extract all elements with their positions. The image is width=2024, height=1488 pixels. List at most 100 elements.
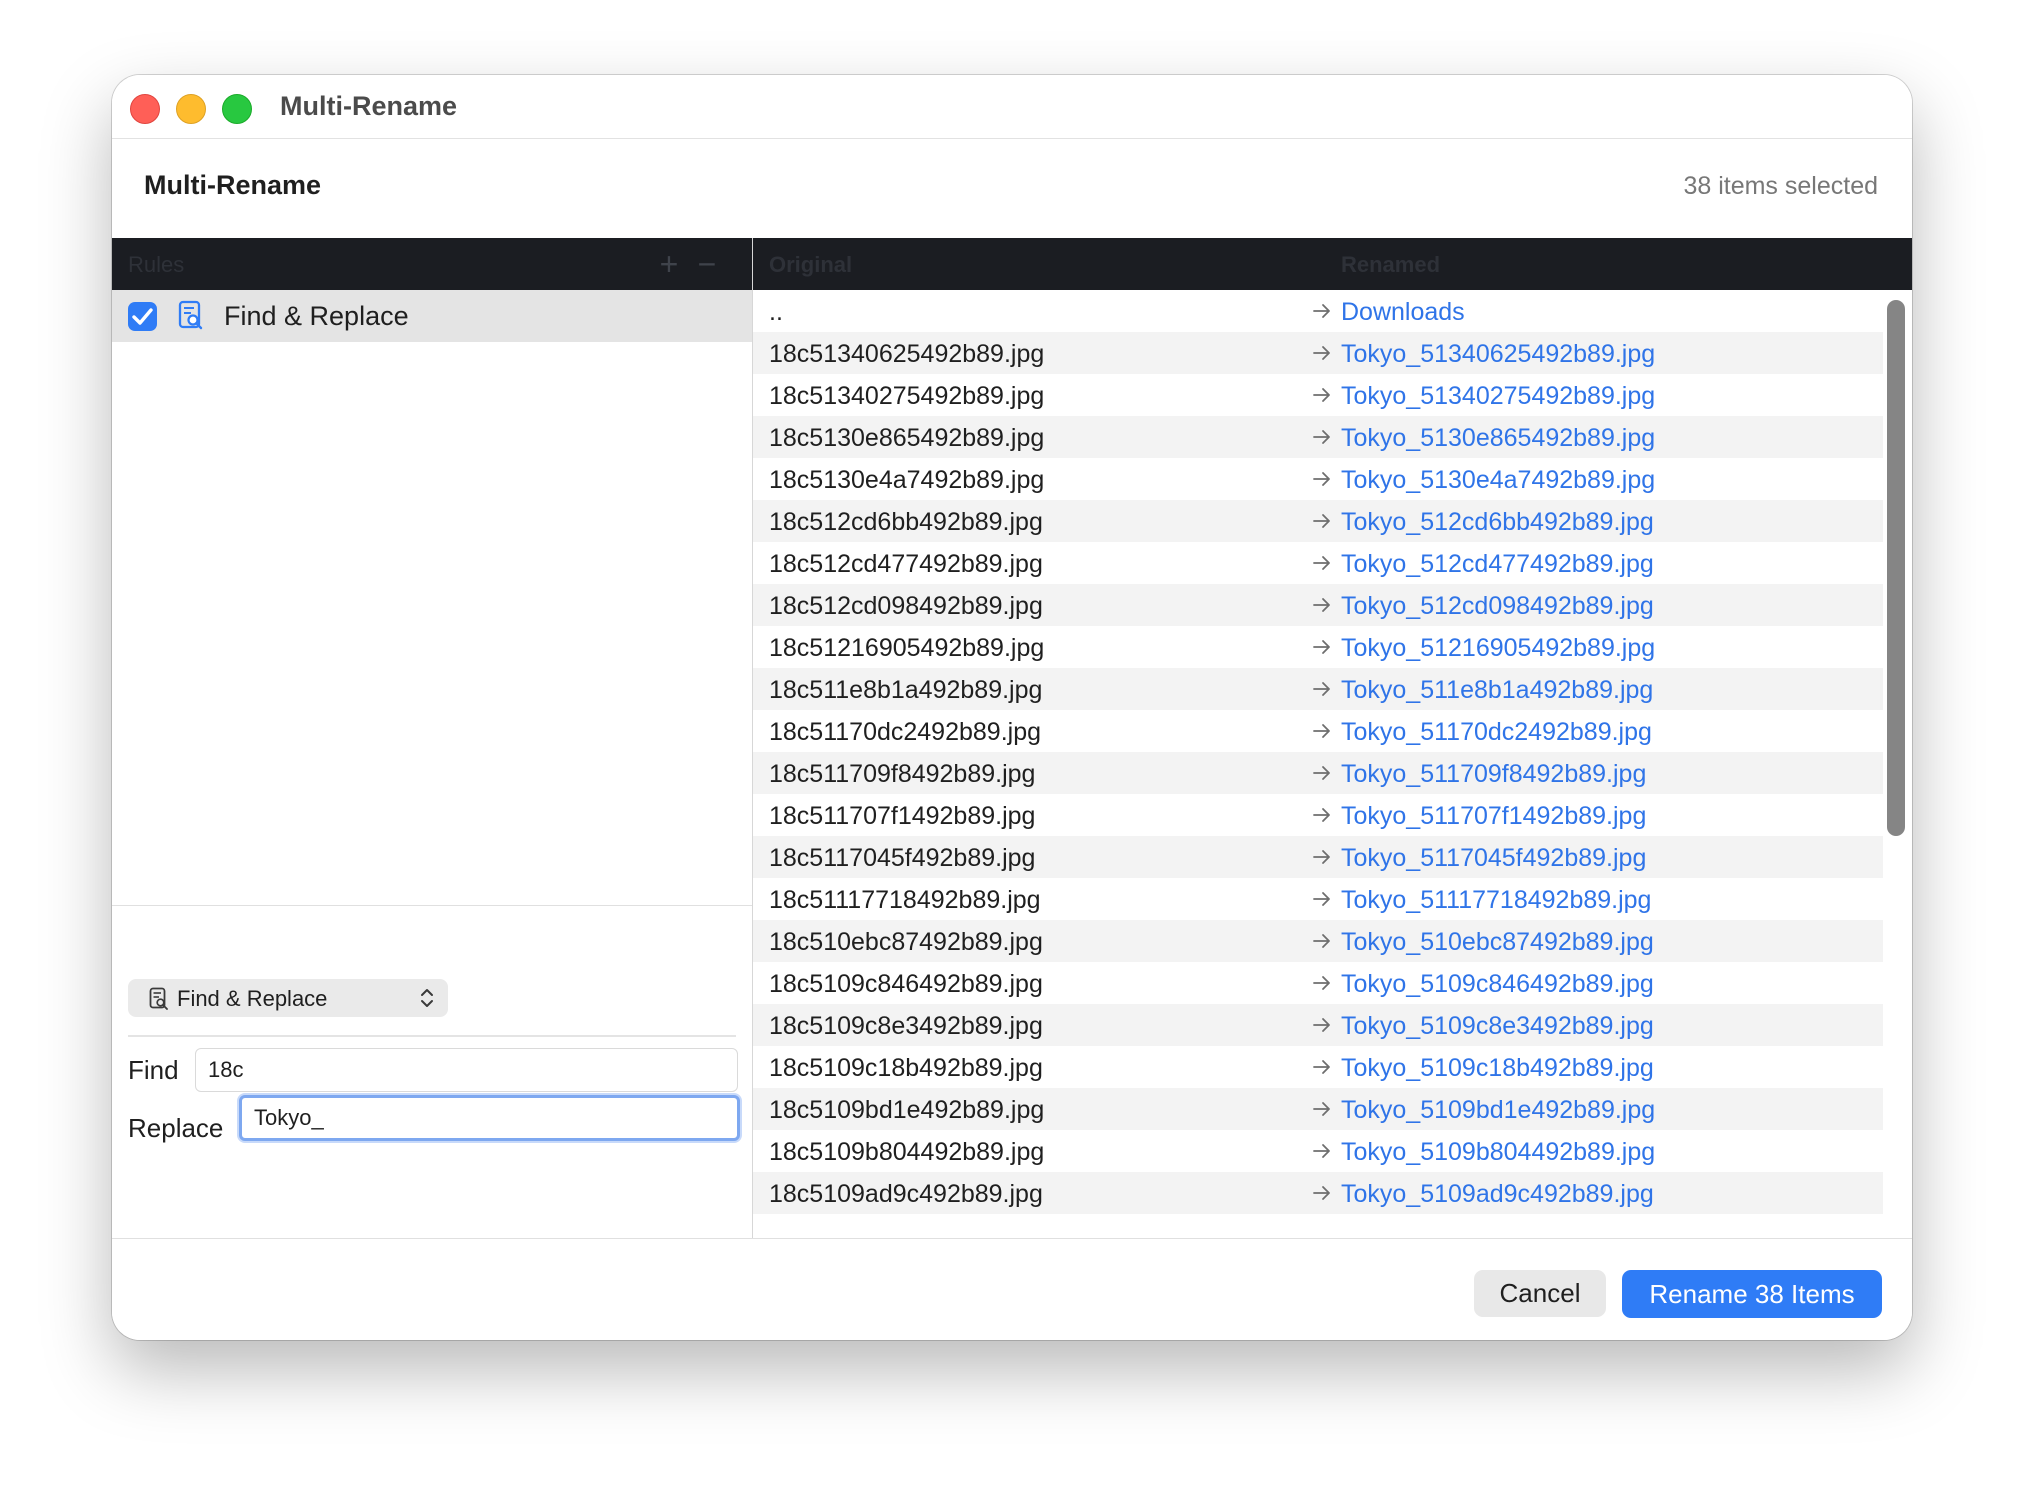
table-row[interactable]: 18c5130e865492b89.jpg Tokyo_5130e865492b8… bbox=[753, 416, 1883, 458]
arrow-right-icon bbox=[1313, 1144, 1330, 1158]
maximize-window-button[interactable] bbox=[222, 94, 252, 124]
arrow-right-icon bbox=[1313, 430, 1330, 444]
renamed-filename: Tokyo_5109c846492b89.jpg bbox=[1341, 970, 1654, 998]
original-filename: 18c5109c8e3492b89.jpg bbox=[769, 1012, 1043, 1040]
selected-count: 38 items selected bbox=[1683, 172, 1878, 200]
rules-header: Rules + − bbox=[112, 238, 752, 290]
minus-icon[interactable]: − bbox=[690, 244, 724, 284]
arrow-right-icon bbox=[1313, 304, 1330, 318]
arrow-right-icon bbox=[1313, 472, 1330, 486]
original-filename: 18c511e8b1a492b89.jpg bbox=[769, 676, 1043, 704]
rule-type-select[interactable]: Find & Replace bbox=[128, 979, 448, 1017]
renamed-filename: Tokyo_5109ad9c492b89.jpg bbox=[1341, 1180, 1654, 1208]
preview-header: Original Renamed bbox=[753, 238, 1912, 290]
arrow-right-icon bbox=[1313, 682, 1330, 696]
replace-label: Replace bbox=[128, 1113, 224, 1143]
close-window-button[interactable] bbox=[130, 94, 160, 124]
chevron-up-down-icon bbox=[421, 989, 433, 1007]
document-search-icon bbox=[149, 987, 168, 1010]
renamed-filename: Tokyo_5109c8e3492b89.jpg bbox=[1341, 1012, 1654, 1040]
renamed-filename: Tokyo_5109bd1e492b89.jpg bbox=[1341, 1096, 1656, 1124]
document-search-icon bbox=[178, 300, 203, 330]
preview-file-list[interactable]: .. Downloads 18c51340625492b89.jpg Tokyo_51… bbox=[753, 290, 1883, 1222]
table-row[interactable]: 18c5117045f492b89.jpg Tokyo_5117045f492b8… bbox=[753, 836, 1883, 878]
original-filename: 18c5109ad9c492b89.jpg bbox=[769, 1180, 1043, 1208]
original-filename: 18c511707f1492b89.jpg bbox=[769, 802, 1036, 830]
rules-header-label: Rules bbox=[128, 252, 185, 277]
original-filename: 18c51340275492b89.jpg bbox=[769, 382, 1045, 410]
renamed-filename: Tokyo_5130e865492b89.jpg bbox=[1341, 424, 1656, 452]
table-row[interactable]: 18c511709f8492b89.jpg Tokyo_511709f8492b8… bbox=[753, 752, 1883, 794]
table-row[interactable]: 18c511e8b1a492b89.jpg Tokyo_511e8b1a492b8… bbox=[753, 668, 1883, 710]
multi-rename-window: Multi-Rename Multi-Rename 38 items selec… bbox=[112, 75, 1912, 1340]
find-input[interactable] bbox=[195, 1048, 738, 1092]
table-row[interactable]: 18c5130e4a7492b89.jpg Tokyo_5130e4a7492b8… bbox=[753, 458, 1883, 500]
table-row[interactable]: 18c510ebc87492b89.jpg Tokyo_510ebc87492b8… bbox=[753, 920, 1883, 962]
rename-items-button[interactable]: Rename 38 Items bbox=[1622, 1270, 1882, 1318]
options-separator bbox=[128, 1035, 736, 1037]
original-filename: 18c5109c846492b89.jpg bbox=[769, 970, 1043, 998]
rules-divider bbox=[112, 905, 752, 906]
renamed-filename: Tokyo_512cd098492b89.jpg bbox=[1341, 592, 1654, 620]
table-row[interactable]: 18c512cd098492b89.jpg Tokyo_512cd098492b8… bbox=[753, 584, 1883, 626]
checkmark-icon bbox=[132, 308, 153, 325]
table-row[interactable]: 18c51216905492b89.jpg Tokyo_51216905492b8… bbox=[753, 626, 1883, 668]
table-row[interactable]: 18c512cd6bb492b89.jpg Tokyo_512cd6bb492b8… bbox=[753, 500, 1883, 542]
scrollbar-thumb[interactable] bbox=[1887, 300, 1905, 836]
dialog-footer: Cancel Rename 38 Items bbox=[112, 1238, 1912, 1340]
column-header-original[interactable]: Original bbox=[769, 252, 852, 278]
plus-icon[interactable]: + bbox=[652, 244, 686, 284]
preview-pane: Original Renamed .. Downloads 18c513406254… bbox=[753, 238, 1912, 1238]
arrow-right-icon bbox=[1313, 766, 1330, 780]
table-row[interactable]: 18c51117718492b89.jpg Tokyo_51117718492b8… bbox=[753, 878, 1883, 920]
table-row[interactable]: 18c51340275492b89.jpg Tokyo_51340275492b8… bbox=[753, 374, 1883, 416]
table-row[interactable]: 18c5109bd1e492b89.jpg Tokyo_5109bd1e492b8… bbox=[753, 1088, 1883, 1130]
original-filename: 18c511709f8492b89.jpg bbox=[769, 760, 1036, 788]
original-filename: 18c512cd477492b89.jpg bbox=[769, 550, 1043, 578]
table-row[interactable]: .. Downloads bbox=[753, 290, 1883, 332]
replace-input[interactable] bbox=[239, 1095, 740, 1141]
renamed-filename: Tokyo_5109b804492b89.jpg bbox=[1341, 1138, 1656, 1166]
cancel-button[interactable]: Cancel bbox=[1474, 1270, 1606, 1317]
renamed-filename: Tokyo_511707f1492b89.jpg bbox=[1341, 802, 1647, 830]
arrow-right-icon bbox=[1313, 724, 1330, 738]
original-filename: 18c51170dc2492b89.jpg bbox=[769, 718, 1042, 746]
table-row[interactable]: 18c511707f1492b89.jpg Tokyo_511707f1492b8… bbox=[753, 794, 1883, 836]
table-row[interactable]: 18c5109b804492b89.jpg Tokyo_5109b804492b8… bbox=[753, 1130, 1883, 1172]
renamed-filename: Tokyo_51216905492b89.jpg bbox=[1341, 634, 1656, 662]
arrow-right-icon bbox=[1313, 556, 1330, 570]
table-row[interactable]: 18c5109ad9c492b89.jpg Tokyo_5109ad9c492b8… bbox=[753, 1172, 1883, 1214]
arrow-right-icon bbox=[1313, 1186, 1330, 1200]
arrow-right-icon bbox=[1313, 892, 1330, 906]
renamed-filename: Downloads bbox=[1341, 298, 1465, 326]
table-row[interactable]: 18c51170dc2492b89.jpg Tokyo_51170dc2492b8… bbox=[753, 710, 1883, 752]
renamed-filename: Tokyo_51340625492b89.jpg bbox=[1341, 340, 1656, 368]
original-filename: 18c51340625492b89.jpg bbox=[769, 340, 1045, 368]
title-bar: Multi-Rename bbox=[112, 75, 1912, 139]
renamed-filename: Tokyo_510ebc87492b89.jpg bbox=[1341, 928, 1654, 956]
dialog-header: Multi-Rename 38 items selected bbox=[112, 139, 1912, 242]
original-filename: 18c512cd6bb492b89.jpg bbox=[769, 508, 1043, 536]
arrow-right-icon bbox=[1313, 808, 1330, 822]
table-row[interactable]: 18c512cd477492b89.jpg Tokyo_512cd477492b8… bbox=[753, 542, 1883, 584]
renamed-filename: Tokyo_511709f8492b89.jpg bbox=[1341, 760, 1647, 788]
rule-item-label: Find & Replace bbox=[224, 301, 409, 331]
renamed-filename: Tokyo_51170dc2492b89.jpg bbox=[1341, 718, 1652, 746]
arrow-right-icon bbox=[1313, 1060, 1330, 1074]
arrow-right-icon bbox=[1313, 934, 1330, 948]
table-row[interactable]: 18c5109c846492b89.jpg Tokyo_5109c846492b8… bbox=[753, 962, 1883, 1004]
renamed-filename: Tokyo_511e8b1a492b89.jpg bbox=[1341, 676, 1654, 704]
table-row[interactable]: 18c5109c18b492b89.jpg Tokyo_5109c18b492b8… bbox=[753, 1046, 1883, 1088]
original-filename: 18c510ebc87492b89.jpg bbox=[769, 928, 1043, 956]
renamed-filename: Tokyo_5109c18b492b89.jpg bbox=[1341, 1054, 1654, 1082]
original-filename: 18c512cd098492b89.jpg bbox=[769, 592, 1043, 620]
table-row[interactable]: 18c5109c8e3492b89.jpg Tokyo_5109c8e3492b8… bbox=[753, 1004, 1883, 1046]
renamed-filename: Tokyo_512cd6bb492b89.jpg bbox=[1341, 508, 1654, 536]
column-header-renamed[interactable]: Renamed bbox=[1341, 252, 1440, 278]
minimize-window-button[interactable] bbox=[176, 94, 206, 124]
original-filename: 18c5109c18b492b89.jpg bbox=[769, 1054, 1043, 1082]
rule-enabled-checkbox[interactable] bbox=[128, 302, 157, 331]
arrow-right-icon bbox=[1313, 346, 1330, 360]
rule-item-find-replace[interactable]: Find & Replace bbox=[112, 290, 752, 342]
table-row[interactable]: 18c51340625492b89.jpg Tokyo_51340625492b8… bbox=[753, 332, 1883, 374]
